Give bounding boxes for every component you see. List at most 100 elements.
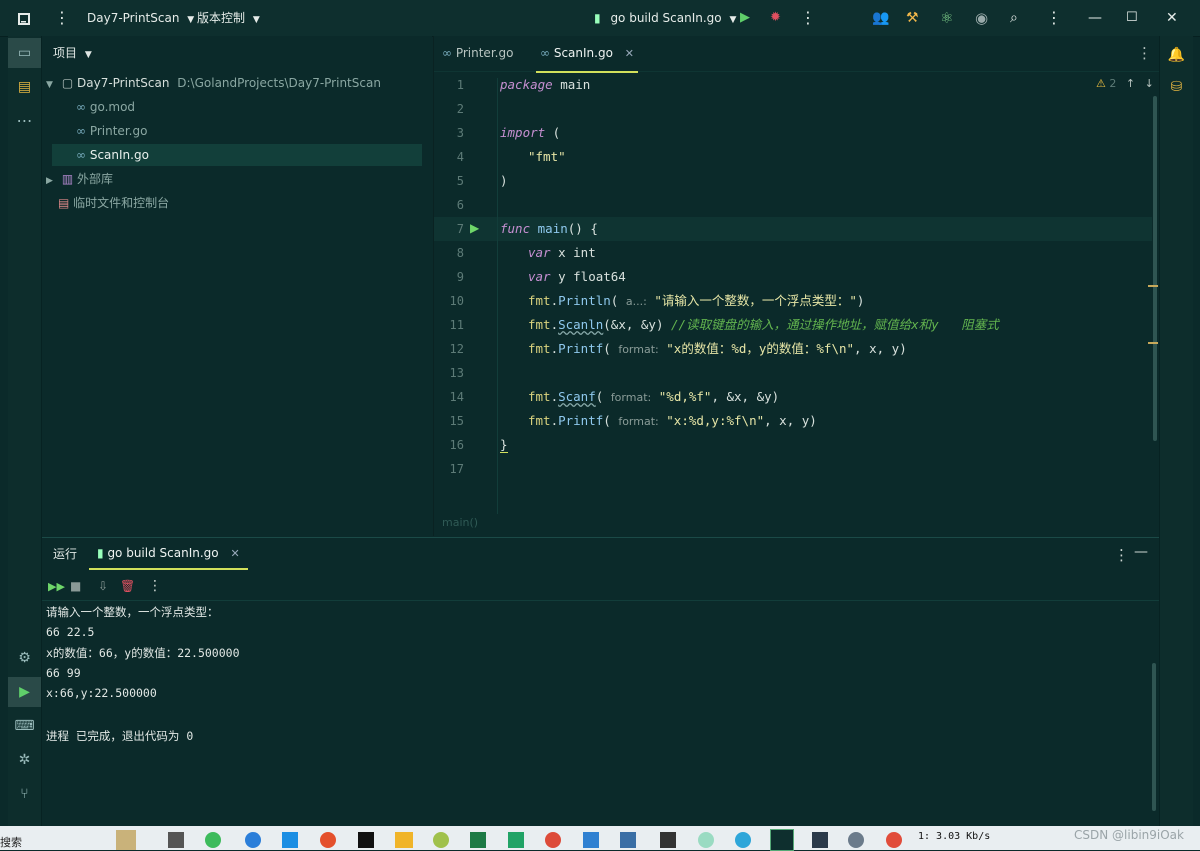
ai-assistant-icon[interactable]: ⚛ [940, 0, 958, 36]
taskbar-app-icon[interactable] [116, 830, 136, 850]
code-line[interactable]: fmt.Println( a...: "请输入一个整数，一个浮点类型：") [500, 289, 864, 313]
line-number: 3 [456, 126, 464, 140]
code-line[interactable]: fmt.Scanf( format: "%d,%f", &x, &y) [500, 385, 779, 409]
database-icon[interactable]: ⛁ [1160, 72, 1193, 102]
run-more-icon[interactable]: ⋮ [148, 578, 162, 594]
taskbar-app-icon[interactable] [282, 832, 298, 848]
debug-icon[interactable]: ✹ [770, 0, 786, 36]
git-branch-icon[interactable]: ⑂ [8, 779, 41, 809]
tree-file-selected[interactable]: ∞ ScanIn.go [52, 144, 422, 166]
code-line[interactable]: func main() { [500, 217, 598, 241]
package-name: fmt [528, 341, 551, 356]
taskbar-app-icon[interactable] [735, 832, 751, 848]
tree-file[interactable]: ∞ Printer.go [76, 120, 147, 142]
inspection-widget[interactable]: ⚠ 2 ↑ ↓ [1096, 77, 1154, 91]
run-tab[interactable]: ▮ go build ScanIn.go ✕ [89, 538, 248, 570]
run-gutter-icon[interactable]: ▶ [470, 221, 479, 235]
code-line[interactable]: fmt.Scanln(&x, &y) //读取键盘的输入，通过操作地址，赋值给x… [500, 313, 999, 337]
code-line[interactable]: ) [500, 169, 508, 193]
code-text: } [500, 437, 508, 453]
stop-icon[interactable]: ■ [70, 579, 81, 593]
rerun-icon[interactable]: ▶▶ [48, 580, 65, 593]
project-switcher[interactable]: Day7-PrintScan ▼ [87, 0, 194, 36]
taskbar-app-icon[interactable] [470, 832, 486, 848]
project-panel-header[interactable]: 项目 ▼ [53, 42, 92, 64]
vcs-menu[interactable]: 版本控制 ▼ [197, 0, 260, 36]
taskbar-app-icon[interactable] [660, 832, 676, 848]
code-line[interactable]: var x int [500, 241, 596, 265]
close-tab-icon[interactable]: ✕ [230, 547, 239, 560]
code-line[interactable]: fmt.Printf( format: "x的数值：%d，y的数值：%f\n",… [500, 337, 907, 361]
tabs-more-icon[interactable]: ⋮ [1137, 36, 1152, 71]
notifications-icon[interactable]: 🔔 [1160, 40, 1193, 70]
search-icon[interactable]: ⌕ [1010, 0, 1028, 36]
taskbar-app-icon[interactable] [508, 832, 524, 848]
main-menu-icon[interactable]: ⋮ [52, 0, 72, 36]
tree-scratches[interactable]: ▤ 临时文件和控制台 [58, 192, 169, 214]
taskbar-app-icon[interactable] [886, 832, 902, 848]
taskbar-app-icon[interactable] [698, 832, 714, 848]
keyword: package [500, 77, 553, 92]
problems-icon[interactable]: ✲ [8, 745, 41, 775]
settings-gear-icon[interactable]: ⚙ [8, 643, 41, 673]
tools-icon[interactable]: ⚒ [906, 0, 924, 36]
taskbar-app-icon[interactable] [168, 832, 184, 848]
taskbar-app-icon[interactable] [433, 832, 449, 848]
taskbar-app-icon[interactable] [205, 832, 221, 848]
code-with-me-icon[interactable]: ◉ [975, 0, 993, 36]
code-line[interactable]: fmt.Printf( format: "x:%d,y:%f\n", x, y) [500, 409, 817, 433]
go-file-icon: ▮ [97, 546, 104, 560]
run-config-selector[interactable]: ▮ go build ScanIn.go ▼ [594, 0, 736, 36]
code-line[interactable]: var y float64 [500, 265, 626, 289]
taskbar-app-icon[interactable] [245, 832, 261, 848]
clear-console-icon[interactable]: 🗑 [120, 579, 135, 593]
taskbar-app-icon[interactable] [358, 832, 374, 848]
tab-scanin-go[interactable]: ∞ ScanIn.go ✕ [536, 36, 638, 73]
tree-external-libs[interactable]: ▶ ▥ 外部库 [46, 168, 113, 190]
code-line[interactable]: "fmt" [500, 145, 566, 169]
console-line: 进程 已完成，退出代码为 0 [46, 729, 194, 743]
taskbar-app-icon[interactable] [848, 832, 864, 848]
app-logo-icon[interactable] [12, 0, 36, 36]
close-tab-icon[interactable]: ✕ [625, 47, 634, 60]
code-line[interactable]: package main [500, 73, 590, 97]
settings-icon[interactable]: ⋮ [1046, 0, 1064, 36]
editor-tabs: ∞ Printer.go ∞ ScanIn.go ✕ ⋮ [434, 36, 1159, 73]
editor-scrollbar[interactable] [1153, 96, 1157, 441]
taskbar-search[interactable]: 搜索 [0, 834, 22, 850]
tree-root[interactable]: ▼ ▢ Day7-PrintScan D:\GolandProjects\Day… [46, 72, 381, 94]
structure-tool-icon[interactable]: ▤ [8, 72, 41, 102]
editor: ∞ Printer.go ∞ ScanIn.go ✕ ⋮ ⚠ 2 ↑ ↓ 1 2… [433, 36, 1159, 536]
taskbar-app-icon[interactable] [320, 832, 336, 848]
breadcrumb[interactable]: main() [442, 516, 478, 529]
more-tools-icon[interactable]: ⋯ [8, 106, 41, 136]
taskbar-app-icon[interactable] [812, 832, 828, 848]
console-scrollbar[interactable] [1152, 663, 1156, 811]
collaboration-icon[interactable]: 👥 [872, 0, 890, 36]
tab-printer-go[interactable]: ∞ Printer.go [442, 36, 513, 71]
code-line[interactable]: import ( [500, 121, 560, 145]
taskbar-app-icon[interactable] [583, 832, 599, 848]
arrow-down-icon[interactable]: ↓ [1145, 77, 1154, 90]
run-tool-icon[interactable]: ▶ [8, 677, 41, 707]
code-line[interactable]: } [500, 433, 508, 457]
taskbar-goland-icon[interactable] [770, 829, 794, 851]
taskbar-app-icon[interactable] [395, 832, 413, 848]
scroll-to-end-icon[interactable]: ⇩ [98, 579, 108, 593]
more-actions-icon[interactable]: ⋮ [800, 0, 816, 36]
taskbar-app-icon[interactable] [545, 832, 561, 848]
run-config-label: go build ScanIn.go [610, 11, 722, 25]
arrow-up-icon[interactable]: ↑ [1126, 77, 1135, 90]
line-number: 13 [449, 366, 464, 380]
project-tool-icon[interactable]: ▭ [8, 38, 41, 68]
close-icon[interactable]: ✕ [1166, 0, 1184, 36]
tree-file[interactable]: ∞ go.mod [76, 96, 135, 118]
run-icon[interactable]: ▶ [740, 0, 756, 36]
terminal-icon[interactable]: ⌨ [8, 711, 41, 741]
run-options-icon[interactable]: ⋮ [1114, 546, 1129, 564]
scroll-marker [1148, 285, 1158, 287]
taskbar-app-icon[interactable] [620, 832, 636, 848]
minimize-icon[interactable]: — [1088, 0, 1106, 36]
minimize-panel-icon[interactable]: — [1134, 544, 1148, 560]
maximize-icon[interactable]: ☐ [1126, 0, 1144, 36]
